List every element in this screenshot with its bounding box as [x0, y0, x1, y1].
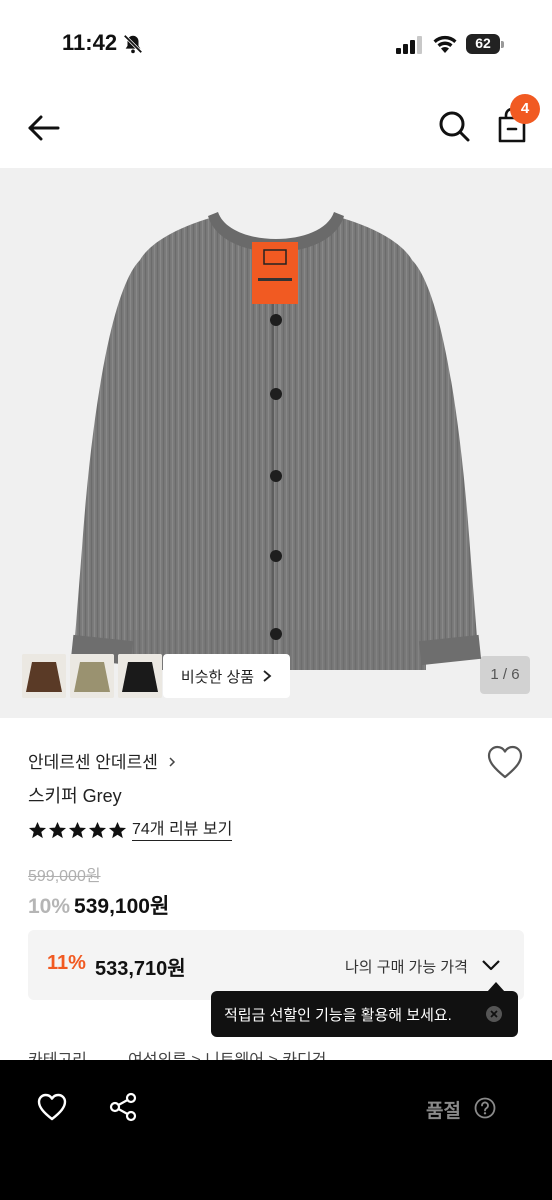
tooltip-text: 적립금 선할인 기능을 활용해 보세요. — [224, 1006, 452, 1024]
cart-count-badge: 4 — [510, 94, 540, 124]
close-icon[interactable] — [485, 1005, 503, 1023]
thumbnail-brown[interactable] — [22, 654, 66, 698]
rating-row: 74개 리뷰 보기 — [28, 818, 233, 842]
star-icon — [68, 821, 87, 838]
battery-level: 62 — [475, 35, 491, 51]
original-price: 599,000원 — [28, 868, 101, 885]
star-icon — [88, 821, 107, 838]
star-icon — [108, 821, 127, 838]
wishlist-heart-icon[interactable] — [486, 744, 524, 780]
category-label: 카테고리 — [28, 1046, 128, 1060]
cardigan-illustration — [70, 212, 482, 670]
star-icon — [28, 821, 47, 838]
thumbnail-black[interactable] — [118, 654, 162, 698]
my-price-percent: 11% — [47, 952, 86, 974]
similar-products-label: 비슷한 상품 — [180, 668, 255, 686]
sale-price: 539,100원 — [74, 895, 170, 918]
brand-name: 안데르센 안데르센 — [28, 753, 158, 772]
rating-stars — [28, 821, 127, 840]
image-page-indicator: 1 / 6 — [480, 656, 530, 694]
similar-products-button[interactable]: 비슷한 상품 — [163, 654, 290, 698]
share-icon[interactable] — [108, 1092, 138, 1122]
bottom-action-bar: 품절 — [0, 1060, 552, 1200]
status-bar: 11:42 62 — [0, 0, 552, 90]
back-arrow-icon[interactable] — [26, 110, 62, 146]
sale-price-row: 10% 539,100원 — [28, 890, 169, 920]
my-price-dropdown[interactable]: 11% 533,710원 나의 구매 가능 가격 — [28, 930, 524, 1000]
wishlist-heart-icon[interactable] — [36, 1092, 68, 1122]
thumbnail-khaki[interactable] — [70, 654, 114, 698]
top-navigation — [0, 90, 552, 168]
category-breadcrumb[interactable]: 카테고리여성의류 > 니트웨어 > 카디건 — [28, 1046, 528, 1060]
chevron-down-icon — [482, 960, 500, 971]
thumbnail-strip — [22, 654, 162, 698]
battery-indicator: 62 — [466, 34, 504, 54]
discount-percent: 10% — [28, 895, 71, 918]
help-icon[interactable] — [474, 1097, 496, 1119]
my-price-value: 533,710원 — [95, 958, 186, 980]
chevron-right-icon — [169, 757, 175, 767]
wifi-icon — [433, 35, 457, 53]
product-name: 스키퍼 Grey — [28, 786, 122, 806]
brand-link[interactable]: 안데르센 안데르센 — [28, 748, 177, 773]
signal-icon — [396, 36, 422, 54]
product-image[interactable] — [0, 168, 552, 718]
search-icon[interactable] — [436, 108, 472, 144]
category-path: 여성의류 > 니트웨어 > 카디건 — [128, 1052, 326, 1060]
points-discount-tooltip: 적립금 선할인 기능을 활용해 보세요. — [211, 982, 518, 1037]
chevron-right-icon — [263, 670, 272, 682]
my-price-label: 나의 구매 가능 가격 — [345, 959, 468, 976]
status-time: 11:42 — [62, 30, 118, 55]
sold-out-status: 품절 — [426, 1101, 461, 1122]
bell-off-icon — [123, 34, 143, 54]
review-link[interactable]: 74개 리뷰 보기 — [132, 820, 233, 841]
star-icon — [48, 821, 67, 838]
